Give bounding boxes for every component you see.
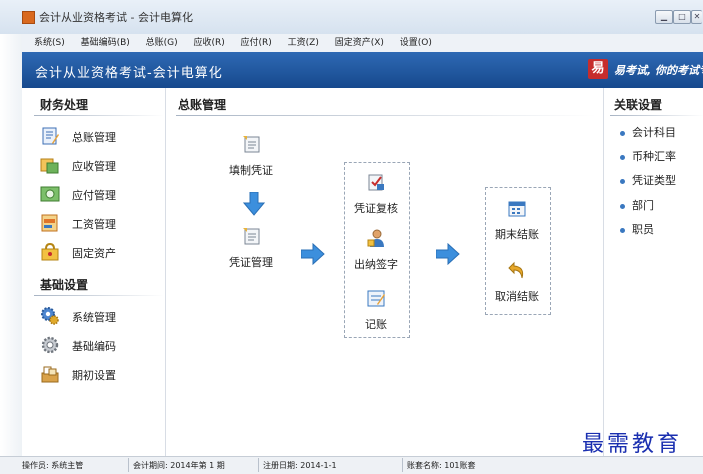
menu-basic-coding[interactable]: 基础编码(B) xyxy=(81,34,130,52)
flow-label: 记账 xyxy=(365,318,387,331)
maximize-icon[interactable]: □ xyxy=(673,10,691,24)
sidebar-item-label: 固定资产 xyxy=(72,247,116,260)
payable-icon xyxy=(40,186,60,202)
status-separator xyxy=(128,458,129,472)
flow-label: 凭证管理 xyxy=(229,256,273,269)
minimize-icon[interactable]: ▁ xyxy=(655,10,673,24)
bullet-icon xyxy=(620,178,625,184)
fill-voucher-button[interactable]: 填制凭证 xyxy=(221,134,281,178)
header-banner: 会计从业资格考试-会计电算化 易 易考试, 你的考试专 xyxy=(22,52,703,88)
section-title-related: 关联设置 xyxy=(614,98,663,112)
related-item-departments[interactable]: 部门 xyxy=(620,197,654,213)
voucher-check-icon xyxy=(368,174,384,191)
sidebar-item-label: 基础编码 xyxy=(72,340,116,353)
sidebar-item-label: 工资管理 xyxy=(72,218,116,231)
status-account-set: 账套名称: 101账套 xyxy=(407,461,476,470)
menu-general-ledger[interactable]: 总账(G) xyxy=(146,34,178,52)
flow-label: 填制凭证 xyxy=(229,164,273,177)
cashier-person-icon xyxy=(367,229,384,247)
post-ledger-icon xyxy=(367,290,385,307)
flow-label: 期末结账 xyxy=(495,228,539,241)
banner-title: 会计从业资格考试-会计电算化 xyxy=(35,66,223,81)
sidebar-item-label: 期初设置 xyxy=(72,369,116,382)
menu-payable[interactable]: 应付(R) xyxy=(241,34,272,52)
section-divider xyxy=(34,295,164,296)
status-reg-date: 注册日期: 2014-1-1 xyxy=(263,461,337,470)
flow-label: 凭证复核 xyxy=(354,202,398,215)
close-icon[interactable]: ✕ xyxy=(691,10,702,24)
arrow-down-icon xyxy=(243,192,265,216)
cancel-close-button[interactable]: 取消结账 xyxy=(487,260,547,304)
voucher-review-button[interactable]: 凭证复核 xyxy=(346,172,406,216)
menu-payroll[interactable]: 工资(Z) xyxy=(288,34,319,52)
flow-label: 取消结账 xyxy=(495,290,539,303)
period-close-button[interactable]: 期末结账 xyxy=(487,198,547,242)
bullet-icon xyxy=(620,227,625,233)
cashier-sign-button[interactable]: 出纳签字 xyxy=(346,228,406,272)
menu-bar: 系统(S) 基础编码(B) 总账(G) 应收(R) 应付(R) 工资(Z) 固定… xyxy=(22,34,703,53)
system-gear-icon xyxy=(41,307,59,325)
bullet-icon xyxy=(620,130,625,136)
sidebar-item-label: 系统管理 xyxy=(72,311,116,324)
related-item-currency-rates[interactable]: 币种汇率 xyxy=(620,148,676,164)
section-title-finance: 财务处理 xyxy=(40,98,89,112)
ledger-icon xyxy=(42,127,59,145)
voucher-edit-icon xyxy=(243,136,260,153)
section-divider xyxy=(610,115,703,116)
banner-slogan: 易考试, 你的考试专 xyxy=(614,64,703,77)
flow-label: 出纳签字 xyxy=(354,258,398,271)
app-icon xyxy=(22,11,35,24)
window-left-edge xyxy=(0,34,22,473)
section-divider xyxy=(176,115,596,116)
related-item-account-subjects[interactable]: 会计科目 xyxy=(620,124,676,140)
sidebar-item-label: 应收管理 xyxy=(72,160,116,173)
menu-receivable[interactable]: 应收(R) xyxy=(193,34,224,52)
section-title-basic: 基础设置 xyxy=(40,278,89,292)
arrow-right-icon xyxy=(301,243,325,265)
menu-settings[interactable]: 设置(O) xyxy=(400,34,432,52)
receivable-icon xyxy=(40,158,59,174)
arrow-right-icon xyxy=(436,243,460,265)
page-title: 总账管理 xyxy=(178,98,227,112)
sidebar-item-label: 总账管理 xyxy=(72,131,116,144)
fixed-asset-icon xyxy=(41,242,59,261)
settings-gear-icon xyxy=(41,336,59,354)
status-bar: 操作员: 系统主管 会计期间: 2014年第 1 期 注册日期: 2014-1-… xyxy=(0,456,703,474)
bullet-icon xyxy=(620,203,625,209)
undo-arrow-icon xyxy=(508,261,524,279)
section-divider xyxy=(34,115,164,116)
sidebar-item-label: 应付管理 xyxy=(72,189,116,202)
left-sidebar: 财务处理 总账管理 应收管理 应付管理 工资管理 固定资产 基础设置 系统管理 … xyxy=(22,88,166,456)
opening-setup-icon xyxy=(41,366,59,383)
related-item-employees[interactable]: 职员 xyxy=(620,221,654,237)
related-settings-panel: 关联设置 会计科目 币种汇率 凭证类型 部门 职员 xyxy=(603,88,703,456)
calendar-icon xyxy=(508,201,526,217)
menu-system[interactable]: 系统(S) xyxy=(34,34,65,52)
payroll-icon xyxy=(41,214,58,232)
status-separator xyxy=(258,458,259,472)
related-item-voucher-types[interactable]: 凭证类型 xyxy=(620,172,676,188)
watermark-text: 最需教育 xyxy=(582,432,683,457)
window-titlebar: 会计从业资格考试 - 会计电算化 ▁ □ ✕ xyxy=(0,0,703,34)
bullet-icon xyxy=(620,154,625,160)
voucher-management-button[interactable]: 凭证管理 xyxy=(221,226,281,270)
voucher-list-icon xyxy=(243,228,260,245)
status-separator xyxy=(402,458,403,472)
brand-logo: 易 xyxy=(588,59,608,79)
main-panel: 总账管理 填制凭证 凭证管理 凭证复核 出纳签字 记账 期末结账 取消结账 xyxy=(166,88,602,456)
status-period: 会计期间: 2014年第 1 期 xyxy=(133,461,225,470)
menu-fixed-assets[interactable]: 固定资产(X) xyxy=(335,34,384,52)
window-title: 会计从业资格考试 - 会计电算化 xyxy=(39,11,193,24)
status-operator: 操作员: 系统主管 xyxy=(22,461,84,470)
post-ledger-button[interactable]: 记账 xyxy=(346,288,406,332)
